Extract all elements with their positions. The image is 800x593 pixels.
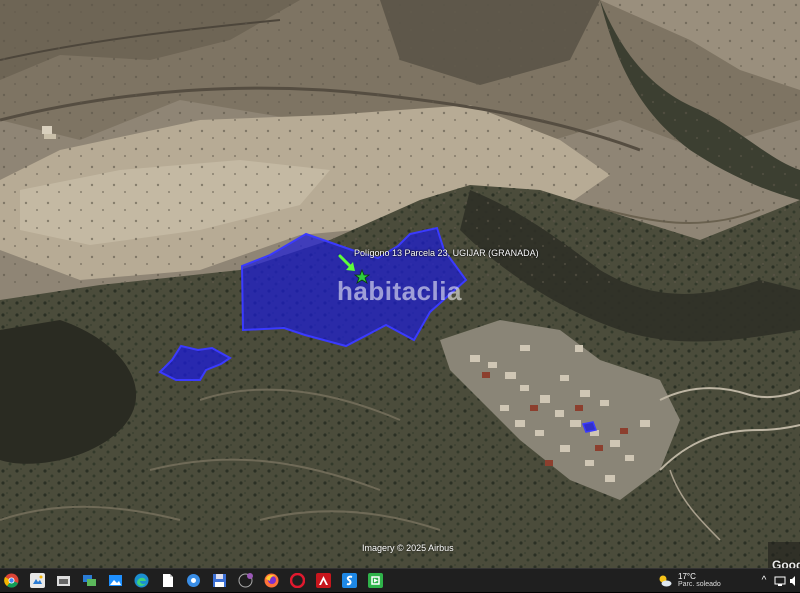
edge-icon[interactable] (134, 573, 149, 588)
weather-condition: Parc. soleado (678, 581, 721, 588)
store-icon[interactable] (56, 573, 71, 588)
taskbar: 17°C Parc. soleado ^ (0, 568, 800, 592)
parcel-polygon-small (581, 421, 598, 433)
skype-icon[interactable] (342, 573, 357, 588)
placemark-label[interactable]: Polígono 13 Parcela 23, UGIJAR (GRANADA) (354, 248, 539, 258)
remote-desktop-icon[interactable] (82, 573, 97, 588)
watermark: habitaclia (337, 276, 462, 306)
satellite-map[interactable]: Polígono 13 Parcela 23, UGIJAR (GRANADA)… (0, 0, 800, 568)
acrobat-icon[interactable] (316, 573, 331, 588)
settings-icon[interactable] (186, 573, 201, 588)
imagery-credit: Imagery © 2025 Airbus (362, 543, 454, 553)
google-logo: Google (772, 558, 800, 568)
app-icon[interactable] (368, 573, 383, 588)
partly-sunny-icon (659, 575, 672, 587)
opera-icon[interactable] (290, 573, 305, 588)
chrome-icon[interactable] (4, 573, 19, 588)
file-explorer-icon[interactable] (30, 573, 45, 588)
chevron-up-icon[interactable]: ^ (758, 574, 770, 588)
save-icon[interactable] (212, 573, 227, 588)
volume-icon[interactable] (789, 574, 799, 588)
firefox-icon[interactable] (264, 573, 279, 588)
weather-temperature: 17°C (678, 572, 696, 581)
network-icon[interactable] (774, 574, 786, 588)
document-icon[interactable] (160, 573, 175, 588)
whatsapp-icon[interactable] (238, 573, 253, 588)
photos-icon[interactable] (108, 573, 123, 588)
